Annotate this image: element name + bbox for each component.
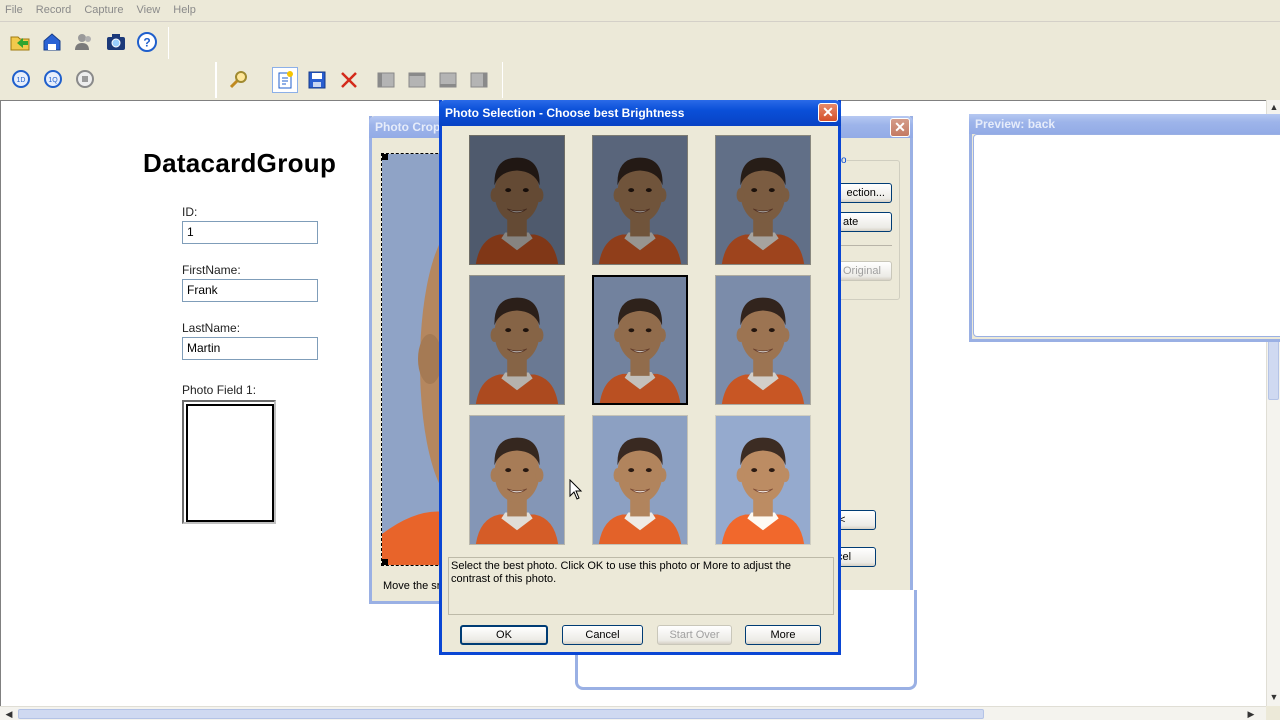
- crop-title: Photo Crop: [375, 120, 441, 134]
- more-button[interactable]: More: [745, 625, 821, 645]
- photo-field[interactable]: [182, 400, 276, 524]
- toolbar-main: ?: [0, 23, 170, 61]
- id-label: ID:: [182, 205, 198, 219]
- toolbar-separator: [168, 27, 169, 59]
- nav-last-icon[interactable]: [466, 67, 492, 93]
- photo-option-9[interactable]: [715, 415, 811, 545]
- scroll-down-icon[interactable]: ▼: [1267, 690, 1280, 704]
- menu-view[interactable]: View: [132, 0, 166, 16]
- horizontal-scroll-thumb[interactable]: [18, 709, 984, 719]
- crop-close-icon[interactable]: ✕: [890, 118, 910, 137]
- previous-record-icon[interactable]: 1Q: [40, 66, 66, 92]
- photo-option-8[interactable]: [592, 415, 688, 545]
- first-record-icon[interactable]: 1D: [8, 66, 34, 92]
- nav-first-icon[interactable]: [373, 67, 399, 93]
- start-over-button[interactable]: Start Over: [657, 625, 732, 645]
- photo-option-3[interactable]: [715, 135, 811, 265]
- preview-title: Preview: back: [975, 117, 1056, 131]
- toolbar-edit: [215, 62, 503, 98]
- ok-button[interactable]: OK: [460, 625, 548, 645]
- portrait-image: [716, 416, 810, 544]
- svg-text:1D: 1D: [17, 77, 26, 84]
- toolbar-separator: [502, 62, 503, 98]
- menu-help[interactable]: Help: [168, 0, 201, 16]
- instruction-text: Select the best photo. Click OK to use t…: [448, 557, 834, 615]
- portrait-image: [470, 416, 564, 544]
- crop-group-caption: o: [841, 155, 847, 166]
- nav-prev-icon[interactable]: [404, 67, 430, 93]
- svg-text:?: ?: [143, 36, 150, 50]
- firstname-field[interactable]: Frank: [182, 279, 318, 302]
- vertical-scroll-thumb[interactable]: [1268, 340, 1279, 400]
- refresh-icon[interactable]: [72, 66, 98, 92]
- photo-option-1[interactable]: [469, 135, 565, 265]
- toolbar-records: 1D 1Q: [0, 62, 110, 98]
- photo-grid: [442, 126, 838, 546]
- menu-record[interactable]: Record: [31, 0, 76, 16]
- crop-handle-top[interactable]: [382, 154, 388, 160]
- lastname-label: LastName:: [182, 321, 241, 335]
- id-field[interactable]: 1: [182, 221, 318, 244]
- photo-field-label: Photo Field 1:: [182, 383, 257, 397]
- scroll-up-icon[interactable]: ▲: [1267, 100, 1280, 114]
- menu-capture[interactable]: Capture: [79, 0, 128, 16]
- open-folder-icon[interactable]: [7, 29, 33, 55]
- photo-option-5[interactable]: [592, 275, 688, 405]
- svg-text:1Q: 1Q: [48, 77, 58, 84]
- delete-icon[interactable]: [336, 67, 362, 93]
- camera-icon[interactable]: [103, 29, 129, 55]
- search-icon[interactable]: [226, 67, 252, 93]
- selection-titlebar[interactable]: Photo Selection - Choose best Brightness…: [439, 100, 841, 126]
- selection-close-icon[interactable]: ✕: [818, 103, 838, 122]
- toolbar-separator: [216, 62, 217, 98]
- scroll-left-icon[interactable]: ◀: [2, 707, 16, 720]
- photo-option-2[interactable]: [592, 135, 688, 265]
- mouse-cursor-icon: [569, 479, 583, 500]
- portrait-image: [470, 276, 564, 404]
- import-icon[interactable]: [39, 29, 65, 55]
- photo-field-frame: [186, 404, 274, 522]
- preview-canvas: [973, 134, 1280, 337]
- preview-window: Preview: back: [969, 114, 1280, 342]
- preview-titlebar[interactable]: Preview: back: [969, 114, 1280, 134]
- crop-handle-bottom[interactable]: [382, 559, 388, 565]
- menu-bar: File Record Capture View Help: [0, 0, 1280, 22]
- portrait-image: [593, 136, 687, 264]
- lastname-field[interactable]: Martin: [182, 337, 318, 360]
- nav-next-icon[interactable]: [435, 67, 461, 93]
- portrait-image: [716, 136, 810, 264]
- crop-hint: Move the sr: [383, 580, 441, 592]
- photo-option-6[interactable]: [715, 275, 811, 405]
- scroll-right-icon[interactable]: ▶: [1244, 707, 1258, 720]
- photo-option-7[interactable]: [469, 415, 565, 545]
- brand-logo-text: DatacardGroup: [143, 148, 337, 178]
- photo-option-4[interactable]: [469, 275, 565, 405]
- save-icon[interactable]: [304, 67, 330, 93]
- portrait-image: [716, 276, 810, 404]
- new-record-icon[interactable]: [272, 67, 298, 93]
- cancel-button[interactable]: Cancel: [562, 625, 643, 645]
- portrait-image: [594, 277, 686, 403]
- help-icon[interactable]: ?: [134, 29, 160, 55]
- selection-title: Photo Selection - Choose best Brightness: [445, 106, 685, 120]
- users-icon[interactable]: [71, 29, 97, 55]
- portrait-image: [593, 416, 687, 544]
- photo-selection-dialog: Photo Selection - Choose best Brightness…: [439, 100, 841, 655]
- horizontal-scrollbar[interactable]: ◀ ▶: [0, 706, 1266, 720]
- portrait-image: [470, 136, 564, 264]
- firstname-label: FirstName:: [182, 263, 241, 277]
- menu-file[interactable]: File: [0, 0, 28, 16]
